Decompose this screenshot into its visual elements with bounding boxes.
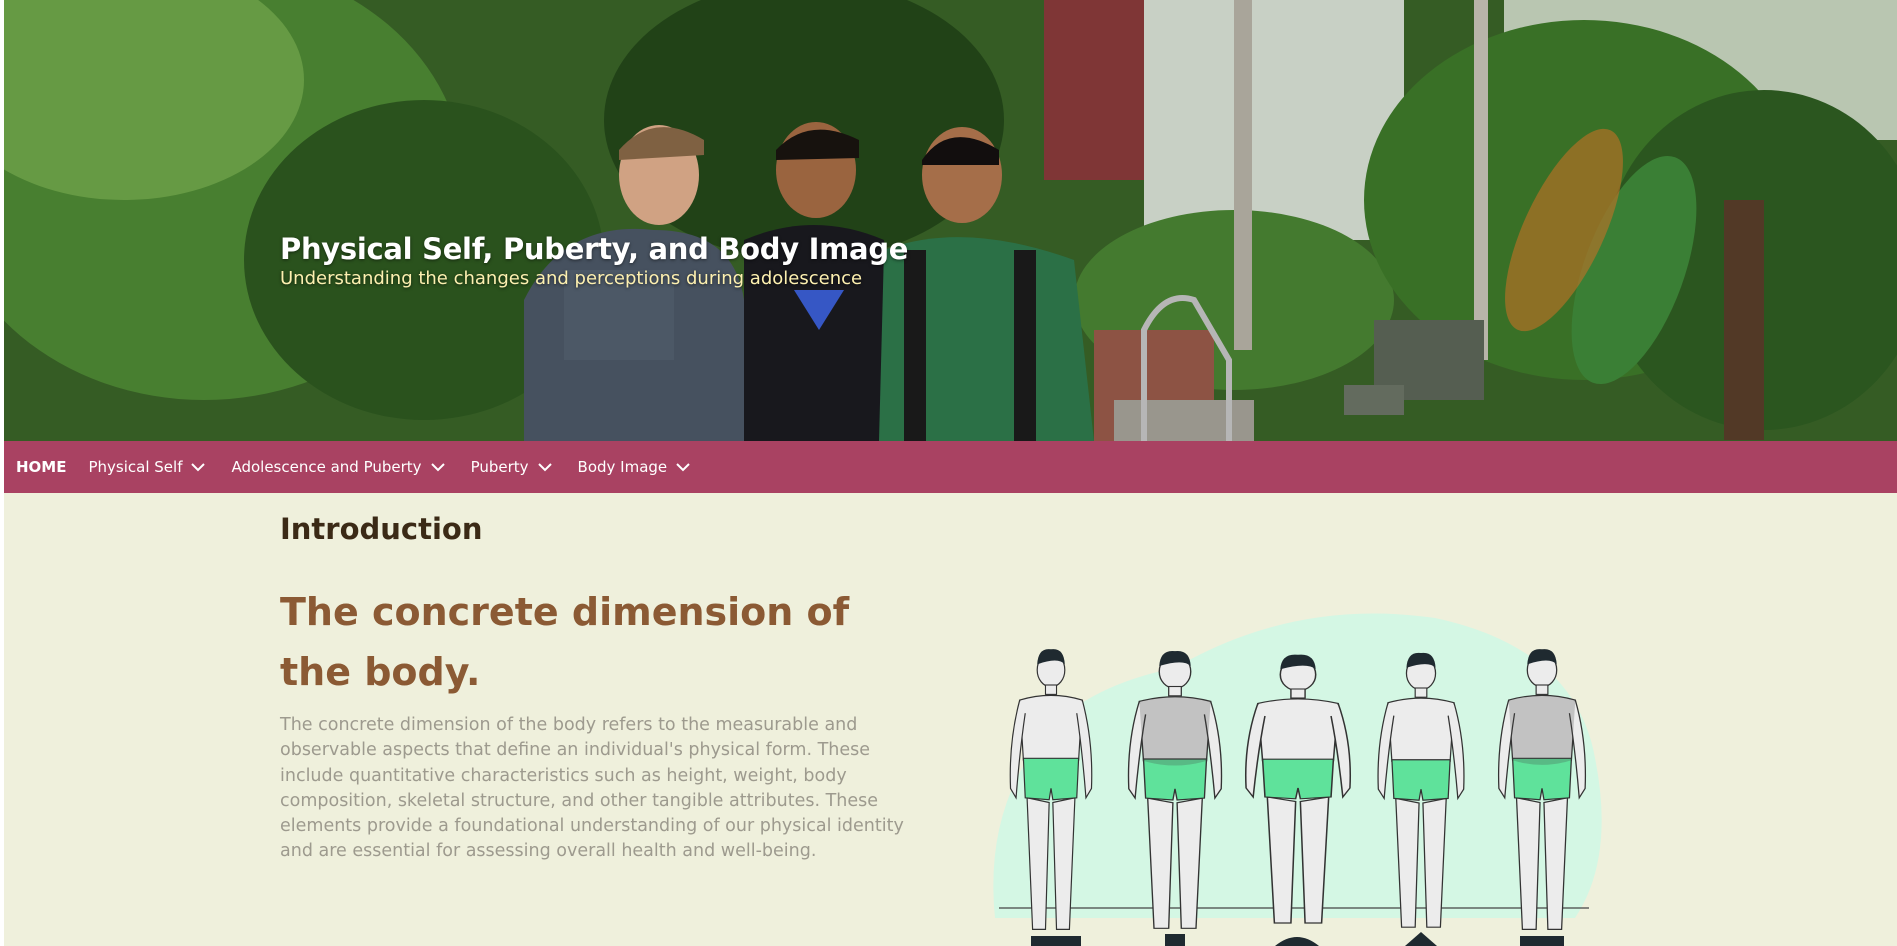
page-left-edge <box>0 0 4 946</box>
hero-banner: Physical Self, Puberty, and Body Image U… <box>4 0 1897 441</box>
intro-heading: Introduction <box>280 512 483 546</box>
hero-photo <box>4 0 1897 441</box>
nav-item-label: Puberty <box>470 458 529 476</box>
hero-title: Physical Self, Puberty, and Body Image <box>280 232 909 266</box>
chevron-down-icon <box>430 458 445 476</box>
nav-item-label: Body Image <box>577 458 668 476</box>
nav-item-puberty[interactable]: Puberty <box>471 458 552 476</box>
body-types-illustration <box>993 613 1602 946</box>
nav-home-link[interactable]: HOME <box>16 458 66 476</box>
nav-item-body-image[interactable]: Body Image <box>578 458 691 476</box>
nav-item-adolescence-and-puberty[interactable]: Adolescence and Puberty <box>231 458 445 476</box>
nav-item-label: Physical Self <box>88 458 183 476</box>
chevron-down-icon <box>676 458 690 476</box>
section-heading: The concrete dimension of the body. <box>280 590 850 694</box>
nav-item-label: Adolescence and Puberty <box>231 458 422 476</box>
nav-item-physical-self[interactable]: Physical Self <box>88 458 206 476</box>
chevron-down-icon <box>191 458 206 476</box>
chevron-down-icon <box>537 458 552 476</box>
hero-text-block: Physical Self, Puberty, and Body Image U… <box>280 232 908 289</box>
section-paragraph: The concrete dimension of the body refer… <box>280 715 904 862</box>
hero-subtitle: Understanding the changes and perception… <box>280 268 863 289</box>
main-navbar: HOME Physical Self Adolescence and Puber… <box>4 441 1897 493</box>
